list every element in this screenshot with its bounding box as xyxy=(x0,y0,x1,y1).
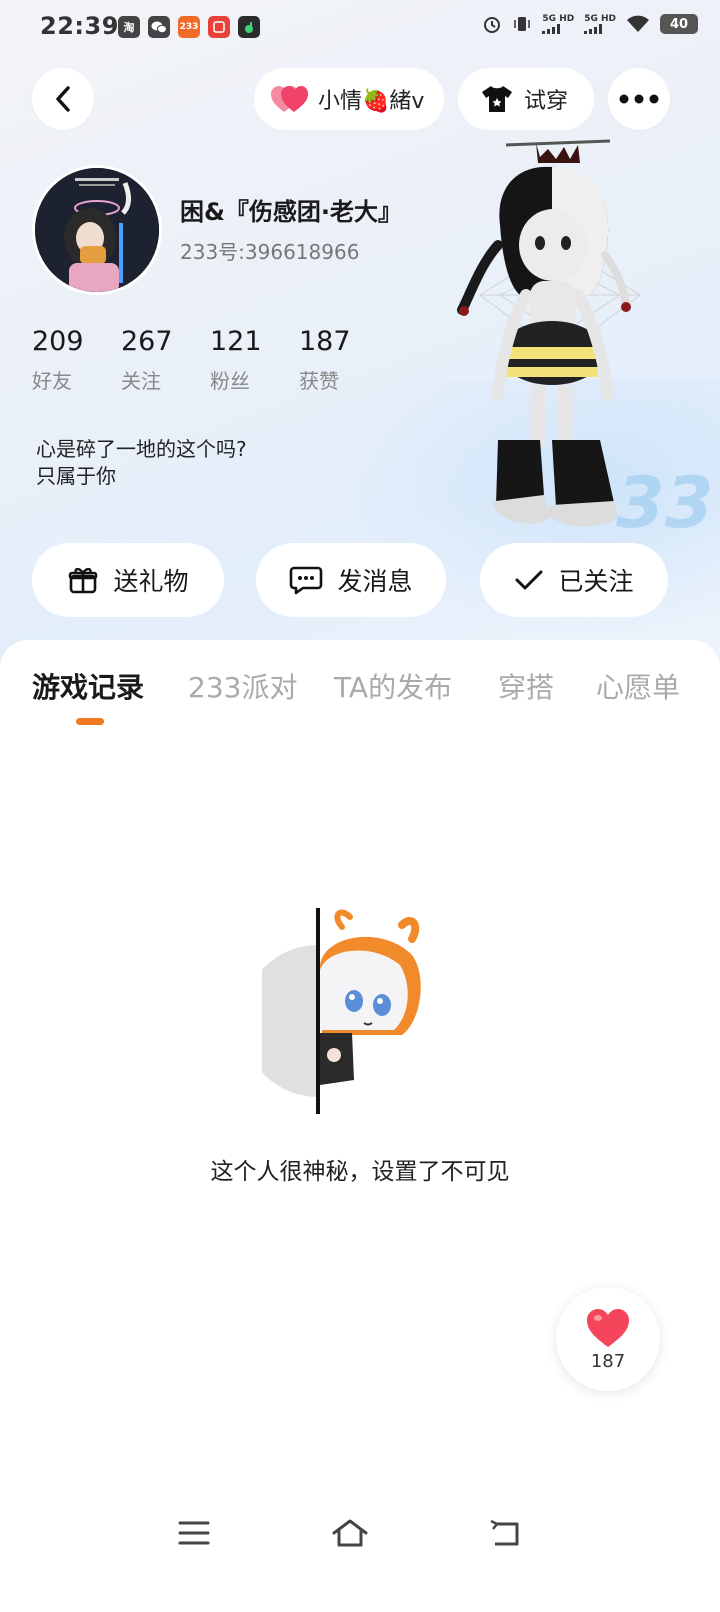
tab-game-records[interactable]: 游戏记录 xyxy=(32,666,144,706)
status-bar: 22:39 淘 233 5G HD 5G HD 40 xyxy=(0,0,720,56)
chat-bubble-icon xyxy=(290,566,323,595)
stat-following-label: 关注 xyxy=(121,369,161,393)
app-red-icon xyxy=(208,16,230,38)
tab-bar: 游戏记录 233派对 TA的发布 穿搭 心愿单 xyxy=(0,660,720,720)
user-id[interactable]: 233号:396618966 xyxy=(180,236,359,265)
stat-fans-count: 121 xyxy=(210,326,262,357)
home-nav-button[interactable] xyxy=(320,1508,380,1558)
content-panel: 游戏记录 233派对 TA的发布 穿搭 心愿单 xyxy=(0,640,720,1612)
avatar[interactable] xyxy=(32,165,162,295)
app-233-icon: 233 xyxy=(178,16,200,38)
mood-status-button[interactable]: 小情🍓緒v xyxy=(254,68,444,130)
tshirt-icon xyxy=(482,86,512,112)
back-arrow-icon xyxy=(490,1519,519,1546)
tab-233-party[interactable]: 233派对 xyxy=(188,666,297,706)
menu-icon xyxy=(178,1521,210,1545)
stat-friends-count: 209 xyxy=(32,326,84,357)
stat-fans[interactable]: 121 粉丝 xyxy=(210,326,299,394)
try-on-label: 试穿 xyxy=(524,89,569,114)
send-gift-button[interactable]: 送礼物 xyxy=(32,543,224,617)
back-nav-button[interactable] xyxy=(476,1508,536,1558)
checkmark-icon xyxy=(515,570,543,590)
try-on-button[interactable]: 试穿 xyxy=(458,68,594,130)
mood-label: 小情🍓緒v xyxy=(318,89,425,114)
wifi-icon xyxy=(627,15,649,32)
app-green-icon xyxy=(238,16,260,38)
tab-outfits[interactable]: 穿搭 xyxy=(498,666,554,706)
heart-icon xyxy=(271,86,308,112)
more-dots-icon xyxy=(619,94,659,104)
peeking-mascot-illustration xyxy=(242,905,442,1120)
stat-likes-label: 获赞 xyxy=(299,369,339,393)
alarm-icon xyxy=(484,17,501,33)
tab-wishlist[interactable]: 心愿单 xyxy=(596,666,680,706)
system-icons: 5G HD 5G HD 40 xyxy=(482,14,698,34)
stat-likes-count: 187 xyxy=(299,326,351,357)
stats-row: 209 好友 267 关注 121 粉丝 187 获赞 xyxy=(32,326,388,394)
following-label: 已关注 xyxy=(558,567,634,596)
stat-following-count: 267 xyxy=(121,326,173,357)
send-message-button[interactable]: 发消息 xyxy=(256,543,446,617)
stat-friends-label: 好友 xyxy=(32,369,72,393)
username: 困&『伤感团·老大』 xyxy=(180,198,403,226)
stat-fans-label: 粉丝 xyxy=(210,369,250,393)
stat-following[interactable]: 267 关注 xyxy=(121,326,210,394)
heart-icon xyxy=(587,1308,629,1347)
signal-1-icon: 5G HD xyxy=(542,14,574,34)
send-gift-label: 送礼物 xyxy=(113,567,189,596)
decorative-33-logo: 33 xyxy=(616,462,714,544)
status-time: 22:39 xyxy=(40,12,119,40)
stat-friends[interactable]: 209 好友 xyxy=(32,326,121,394)
tab-ta-posts[interactable]: TA的发布 xyxy=(334,666,452,706)
chevron-left-icon xyxy=(56,86,70,112)
like-count: 187 xyxy=(590,1350,626,1372)
wechat-icon xyxy=(148,16,170,38)
gift-icon xyxy=(69,567,98,594)
notification-icons: 淘 233 xyxy=(118,16,260,38)
taobao-icon: 淘 xyxy=(118,16,140,38)
more-options-button[interactable] xyxy=(608,68,670,130)
back-button[interactable] xyxy=(32,68,94,130)
vibrate-icon xyxy=(514,17,531,31)
stat-likes[interactable]: 187 获赞 xyxy=(299,326,388,394)
menu-nav-button[interactable] xyxy=(164,1508,224,1558)
empty-state-message: 这个人很神秘，设置了不可见 xyxy=(210,1159,510,1185)
following-button[interactable]: 已关注 xyxy=(480,543,668,617)
battery-icon: 40 xyxy=(660,14,698,34)
active-tab-indicator xyxy=(76,718,104,725)
signal-2-icon: 5G HD xyxy=(584,14,616,34)
like-button[interactable]: 187 xyxy=(556,1287,660,1391)
system-navigation-bar xyxy=(0,1500,720,1570)
bio-text: 心是碎了一地的这个吗? 只属于你 xyxy=(36,437,247,488)
send-message-label: 发消息 xyxy=(337,567,413,596)
home-icon xyxy=(332,1519,368,1547)
